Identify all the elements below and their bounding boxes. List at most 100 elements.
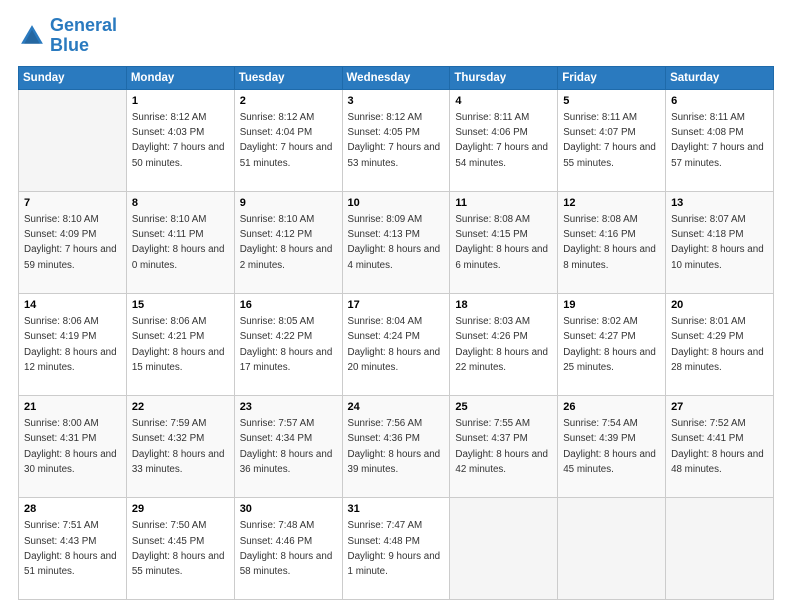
day-cell: 7 Sunrise: 8:10 AMSunset: 4:09 PMDayligh… (19, 191, 127, 293)
day-cell: 22 Sunrise: 7:59 AMSunset: 4:32 PMDaylig… (126, 395, 234, 497)
day-number: 23 (240, 400, 337, 415)
logo: General Blue (18, 16, 117, 56)
day-info: Sunrise: 8:11 AMSunset: 4:08 PMDaylight:… (671, 112, 764, 169)
day-info: Sunrise: 8:10 AMSunset: 4:12 PMDaylight:… (240, 214, 333, 271)
day-number: 2 (240, 94, 337, 109)
day-number: 4 (455, 94, 552, 109)
day-number: 8 (132, 196, 229, 211)
day-number: 13 (671, 196, 768, 211)
week-row-4: 21 Sunrise: 8:00 AMSunset: 4:31 PMDaylig… (19, 395, 774, 497)
day-number: 9 (240, 196, 337, 211)
day-info: Sunrise: 8:00 AMSunset: 4:31 PMDaylight:… (24, 418, 117, 475)
day-number: 3 (348, 94, 445, 109)
day-cell: 29 Sunrise: 7:50 AMSunset: 4:45 PMDaylig… (126, 497, 234, 599)
header-day-friday: Friday (558, 66, 666, 89)
day-number: 29 (132, 502, 229, 517)
day-number: 6 (671, 94, 768, 109)
day-number: 21 (24, 400, 121, 415)
day-cell: 17 Sunrise: 8:04 AMSunset: 4:24 PMDaylig… (342, 293, 450, 395)
day-number: 26 (563, 400, 660, 415)
day-cell: 15 Sunrise: 8:06 AMSunset: 4:21 PMDaylig… (126, 293, 234, 395)
day-cell: 4 Sunrise: 8:11 AMSunset: 4:06 PMDayligh… (450, 89, 558, 191)
week-row-2: 7 Sunrise: 8:10 AMSunset: 4:09 PMDayligh… (19, 191, 774, 293)
day-info: Sunrise: 8:11 AMSunset: 4:07 PMDaylight:… (563, 112, 656, 169)
day-cell (666, 497, 774, 599)
day-number: 11 (455, 196, 552, 211)
header-day-sunday: Sunday (19, 66, 127, 89)
day-cell: 30 Sunrise: 7:48 AMSunset: 4:46 PMDaylig… (234, 497, 342, 599)
day-number: 30 (240, 502, 337, 517)
day-cell: 14 Sunrise: 8:06 AMSunset: 4:19 PMDaylig… (19, 293, 127, 395)
day-info: Sunrise: 7:54 AMSunset: 4:39 PMDaylight:… (563, 418, 656, 475)
day-info: Sunrise: 8:10 AMSunset: 4:11 PMDaylight:… (132, 214, 225, 271)
day-number: 18 (455, 298, 552, 313)
day-info: Sunrise: 8:12 AMSunset: 4:04 PMDaylight:… (240, 112, 333, 169)
header: General Blue (18, 16, 774, 56)
day-info: Sunrise: 8:06 AMSunset: 4:21 PMDaylight:… (132, 316, 225, 373)
day-info: Sunrise: 7:57 AMSunset: 4:34 PMDaylight:… (240, 418, 333, 475)
day-cell: 2 Sunrise: 8:12 AMSunset: 4:04 PMDayligh… (234, 89, 342, 191)
day-number: 31 (348, 502, 445, 517)
day-info: Sunrise: 8:07 AMSunset: 4:18 PMDaylight:… (671, 214, 764, 271)
calendar-header-row: SundayMondayTuesdayWednesdayThursdayFrid… (19, 66, 774, 89)
day-number: 27 (671, 400, 768, 415)
day-number: 20 (671, 298, 768, 313)
day-info: Sunrise: 8:05 AMSunset: 4:22 PMDaylight:… (240, 316, 333, 373)
day-cell (450, 497, 558, 599)
day-cell: 27 Sunrise: 7:52 AMSunset: 4:41 PMDaylig… (666, 395, 774, 497)
day-cell: 31 Sunrise: 7:47 AMSunset: 4:48 PMDaylig… (342, 497, 450, 599)
header-day-saturday: Saturday (666, 66, 774, 89)
day-info: Sunrise: 7:50 AMSunset: 4:45 PMDaylight:… (132, 520, 225, 577)
day-cell: 16 Sunrise: 8:05 AMSunset: 4:22 PMDaylig… (234, 293, 342, 395)
day-number: 19 (563, 298, 660, 313)
calendar-body: 1 Sunrise: 8:12 AMSunset: 4:03 PMDayligh… (19, 89, 774, 599)
day-cell: 5 Sunrise: 8:11 AMSunset: 4:07 PMDayligh… (558, 89, 666, 191)
header-day-tuesday: Tuesday (234, 66, 342, 89)
logo-text: General Blue (50, 16, 117, 56)
day-number: 22 (132, 400, 229, 415)
day-number: 12 (563, 196, 660, 211)
header-day-wednesday: Wednesday (342, 66, 450, 89)
day-number: 5 (563, 94, 660, 109)
day-cell: 21 Sunrise: 8:00 AMSunset: 4:31 PMDaylig… (19, 395, 127, 497)
day-number: 25 (455, 400, 552, 415)
day-info: Sunrise: 8:03 AMSunset: 4:26 PMDaylight:… (455, 316, 548, 373)
day-cell: 12 Sunrise: 8:08 AMSunset: 4:16 PMDaylig… (558, 191, 666, 293)
day-info: Sunrise: 7:47 AMSunset: 4:48 PMDaylight:… (348, 520, 441, 577)
day-cell: 26 Sunrise: 7:54 AMSunset: 4:39 PMDaylig… (558, 395, 666, 497)
day-info: Sunrise: 8:01 AMSunset: 4:29 PMDaylight:… (671, 316, 764, 373)
day-cell: 11 Sunrise: 8:08 AMSunset: 4:15 PMDaylig… (450, 191, 558, 293)
page: General Blue SundayMondayTuesdayWednesda… (0, 0, 792, 612)
day-number: 17 (348, 298, 445, 313)
day-info: Sunrise: 8:08 AMSunset: 4:15 PMDaylight:… (455, 214, 548, 271)
day-cell: 28 Sunrise: 7:51 AMSunset: 4:43 PMDaylig… (19, 497, 127, 599)
day-number: 24 (348, 400, 445, 415)
logo-icon (18, 22, 46, 50)
day-cell: 13 Sunrise: 8:07 AMSunset: 4:18 PMDaylig… (666, 191, 774, 293)
day-cell: 6 Sunrise: 8:11 AMSunset: 4:08 PMDayligh… (666, 89, 774, 191)
header-day-monday: Monday (126, 66, 234, 89)
week-row-3: 14 Sunrise: 8:06 AMSunset: 4:19 PMDaylig… (19, 293, 774, 395)
day-number: 15 (132, 298, 229, 313)
day-info: Sunrise: 8:12 AMSunset: 4:05 PMDaylight:… (348, 112, 441, 169)
day-number: 28 (24, 502, 121, 517)
day-info: Sunrise: 7:55 AMSunset: 4:37 PMDaylight:… (455, 418, 548, 475)
day-info: Sunrise: 7:51 AMSunset: 4:43 PMDaylight:… (24, 520, 117, 577)
day-info: Sunrise: 8:09 AMSunset: 4:13 PMDaylight:… (348, 214, 441, 271)
day-info: Sunrise: 8:06 AMSunset: 4:19 PMDaylight:… (24, 316, 117, 373)
day-cell: 3 Sunrise: 8:12 AMSunset: 4:05 PMDayligh… (342, 89, 450, 191)
day-info: Sunrise: 8:08 AMSunset: 4:16 PMDaylight:… (563, 214, 656, 271)
day-cell: 8 Sunrise: 8:10 AMSunset: 4:11 PMDayligh… (126, 191, 234, 293)
day-number: 7 (24, 196, 121, 211)
day-info: Sunrise: 7:59 AMSunset: 4:32 PMDaylight:… (132, 418, 225, 475)
day-info: Sunrise: 8:04 AMSunset: 4:24 PMDaylight:… (348, 316, 441, 373)
day-info: Sunrise: 8:02 AMSunset: 4:27 PMDaylight:… (563, 316, 656, 373)
header-day-thursday: Thursday (450, 66, 558, 89)
day-number: 1 (132, 94, 229, 109)
week-row-5: 28 Sunrise: 7:51 AMSunset: 4:43 PMDaylig… (19, 497, 774, 599)
day-cell: 1 Sunrise: 8:12 AMSunset: 4:03 PMDayligh… (126, 89, 234, 191)
day-info: Sunrise: 8:12 AMSunset: 4:03 PMDaylight:… (132, 112, 225, 169)
week-row-1: 1 Sunrise: 8:12 AMSunset: 4:03 PMDayligh… (19, 89, 774, 191)
day-info: Sunrise: 7:52 AMSunset: 4:41 PMDaylight:… (671, 418, 764, 475)
day-cell: 19 Sunrise: 8:02 AMSunset: 4:27 PMDaylig… (558, 293, 666, 395)
